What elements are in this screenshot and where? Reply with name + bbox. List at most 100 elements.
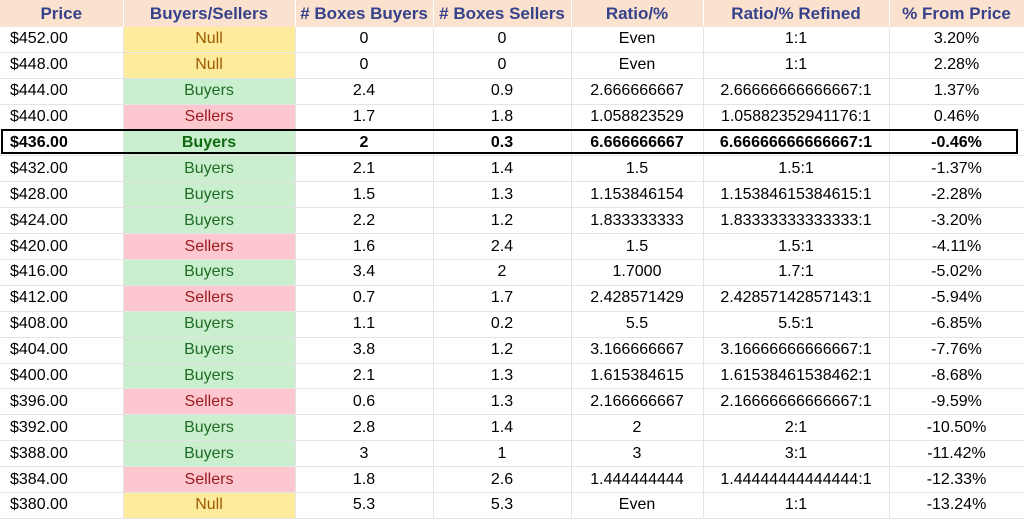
ratio-refined-cell[interactable]: 1.7:1 <box>703 259 890 286</box>
boxes-sellers-cell[interactable]: 1.3 <box>433 181 572 209</box>
header-boxes-sellers[interactable]: # Boxes Sellers <box>433 0 572 27</box>
boxes-buyers-cell[interactable]: 2.8 <box>295 414 434 442</box>
boxes-buyers-cell[interactable]: 2 <box>295 130 434 157</box>
boxes-sellers-cell[interactable]: 2 <box>433 259 572 286</box>
percent-from-price-cell[interactable]: -4.11% <box>889 233 1024 261</box>
price-cell[interactable]: $388.00 <box>0 440 124 468</box>
price-cell[interactable]: $440.00 <box>0 104 124 131</box>
percent-from-price-cell[interactable]: 2.28% <box>889 52 1024 79</box>
price-cell[interactable]: $420.00 <box>0 233 124 261</box>
price-cell[interactable]: $452.00 <box>0 27 124 53</box>
percent-from-price-cell[interactable]: -7.76% <box>889 337 1024 364</box>
side-cell[interactable]: Buyers <box>123 414 296 442</box>
percent-from-price-cell[interactable]: -0.46% <box>889 130 1024 157</box>
ratio-cell[interactable]: 3.166666667 <box>571 337 704 364</box>
ratio-refined-cell[interactable]: 3:1 <box>703 440 890 468</box>
boxes-sellers-cell[interactable]: 1 <box>433 440 572 468</box>
ratio-cell[interactable]: 2.166666667 <box>571 388 704 416</box>
ratio-refined-cell[interactable]: 3.16666666666667:1 <box>703 337 890 364</box>
side-cell[interactable]: Buyers <box>123 181 296 209</box>
price-cell[interactable]: $432.00 <box>0 155 124 183</box>
ratio-cell[interactable]: 1.058823529 <box>571 104 704 131</box>
side-cell[interactable]: Buyers <box>123 207 296 235</box>
price-cell[interactable]: $448.00 <box>0 52 124 79</box>
ratio-refined-cell[interactable]: 2.66666666666667:1 <box>703 78 890 105</box>
boxes-sellers-cell[interactable]: 2.4 <box>433 233 572 261</box>
percent-from-price-cell[interactable]: -2.28% <box>889 181 1024 209</box>
ratio-refined-cell[interactable]: 5.5:1 <box>703 311 890 338</box>
side-cell[interactable]: Buyers <box>123 78 296 105</box>
boxes-sellers-cell[interactable]: 0 <box>433 52 572 79</box>
side-cell[interactable]: Buyers <box>123 363 296 390</box>
ratio-refined-cell[interactable]: 1:1 <box>703 27 890 53</box>
boxes-buyers-cell[interactable]: 3 <box>295 440 434 468</box>
ratio-refined-cell[interactable]: 1.44444444444444:1 <box>703 466 890 494</box>
ratio-cell[interactable]: Even <box>571 52 704 79</box>
percent-from-price-cell[interactable]: -10.50% <box>889 414 1024 442</box>
boxes-buyers-cell[interactable]: 2.1 <box>295 155 434 183</box>
ratio-cell[interactable]: 2.666666667 <box>571 78 704 105</box>
side-cell[interactable]: Sellers <box>123 388 296 416</box>
price-cell[interactable]: $412.00 <box>0 285 124 312</box>
boxes-sellers-cell[interactable]: 1.3 <box>433 388 572 416</box>
percent-from-price-cell[interactable]: -12.33% <box>889 466 1024 494</box>
boxes-sellers-cell[interactable]: 0.3 <box>433 130 572 157</box>
percent-from-price-cell[interactable]: -6.85% <box>889 311 1024 338</box>
boxes-buyers-cell[interactable]: 3.8 <box>295 337 434 364</box>
ratio-cell[interactable]: 2 <box>571 414 704 442</box>
boxes-sellers-cell[interactable]: 0.2 <box>433 311 572 338</box>
ratio-refined-cell[interactable]: 1.61538461538462:1 <box>703 363 890 390</box>
boxes-sellers-cell[interactable]: 1.4 <box>433 414 572 442</box>
ratio-cell[interactable]: Even <box>571 492 704 519</box>
ratio-cell[interactable]: 1.5 <box>571 233 704 261</box>
price-cell[interactable]: $396.00 <box>0 388 124 416</box>
boxes-buyers-cell[interactable]: 0.6 <box>295 388 434 416</box>
boxes-buyers-cell[interactable]: 2.4 <box>295 78 434 105</box>
ratio-cell[interactable]: 5.5 <box>571 311 704 338</box>
boxes-sellers-cell[interactable]: 1.8 <box>433 104 572 131</box>
header-buyers-sellers[interactable]: Buyers/Sellers <box>123 0 296 27</box>
percent-from-price-cell[interactable]: -5.94% <box>889 285 1024 312</box>
boxes-buyers-cell[interactable]: 3.4 <box>295 259 434 286</box>
side-cell[interactable]: Sellers <box>123 104 296 131</box>
boxes-sellers-cell[interactable]: 2.6 <box>433 466 572 494</box>
ratio-cell[interactable]: 1.7000 <box>571 259 704 286</box>
side-cell[interactable]: Buyers <box>123 311 296 338</box>
ratio-cell[interactable]: 1.833333333 <box>571 207 704 235</box>
ratio-refined-cell[interactable]: 1.15384615384615:1 <box>703 181 890 209</box>
boxes-sellers-cell[interactable]: 1.2 <box>433 207 572 235</box>
ratio-refined-cell[interactable]: 2.42857142857143:1 <box>703 285 890 312</box>
side-cell[interactable]: Sellers <box>123 466 296 494</box>
ratio-refined-cell[interactable]: 1:1 <box>703 492 890 519</box>
percent-from-price-cell[interactable]: 0.46% <box>889 104 1024 131</box>
price-cell[interactable]: $400.00 <box>0 363 124 390</box>
boxes-buyers-cell[interactable]: 2.1 <box>295 363 434 390</box>
ratio-cell[interactable]: 1.153846154 <box>571 181 704 209</box>
boxes-buyers-cell[interactable]: 2.2 <box>295 207 434 235</box>
ratio-cell[interactable]: 1.615384615 <box>571 363 704 390</box>
boxes-sellers-cell[interactable]: 5.3 <box>433 492 572 519</box>
boxes-buyers-cell[interactable]: 0 <box>295 27 434 53</box>
price-cell[interactable]: $416.00 <box>0 259 124 286</box>
boxes-buyers-cell[interactable]: 1.6 <box>295 233 434 261</box>
side-cell[interactable]: Buyers <box>123 337 296 364</box>
price-cell[interactable]: $436.00 <box>0 130 124 157</box>
boxes-sellers-cell[interactable]: 1.2 <box>433 337 572 364</box>
header-price[interactable]: Price <box>0 0 124 27</box>
price-cell[interactable]: $380.00 <box>0 492 124 519</box>
side-cell[interactable]: Buyers <box>123 440 296 468</box>
ratio-cell[interactable]: 6.666666667 <box>571 130 704 157</box>
ratio-refined-cell[interactable]: 1.5:1 <box>703 155 890 183</box>
header-boxes-buyers[interactable]: # Boxes Buyers <box>295 0 434 27</box>
ratio-refined-cell[interactable]: 1.5:1 <box>703 233 890 261</box>
side-cell[interactable]: Buyers <box>123 155 296 183</box>
boxes-sellers-cell[interactable]: 0 <box>433 27 572 53</box>
ratio-cell[interactable]: 2.428571429 <box>571 285 704 312</box>
price-cell[interactable]: $408.00 <box>0 311 124 338</box>
boxes-buyers-cell[interactable]: 0.7 <box>295 285 434 312</box>
side-cell[interactable]: Null <box>123 52 296 79</box>
percent-from-price-cell[interactable]: -1.37% <box>889 155 1024 183</box>
percent-from-price-cell[interactable]: -9.59% <box>889 388 1024 416</box>
price-cell[interactable]: $392.00 <box>0 414 124 442</box>
boxes-buyers-cell[interactable]: 1.8 <box>295 466 434 494</box>
